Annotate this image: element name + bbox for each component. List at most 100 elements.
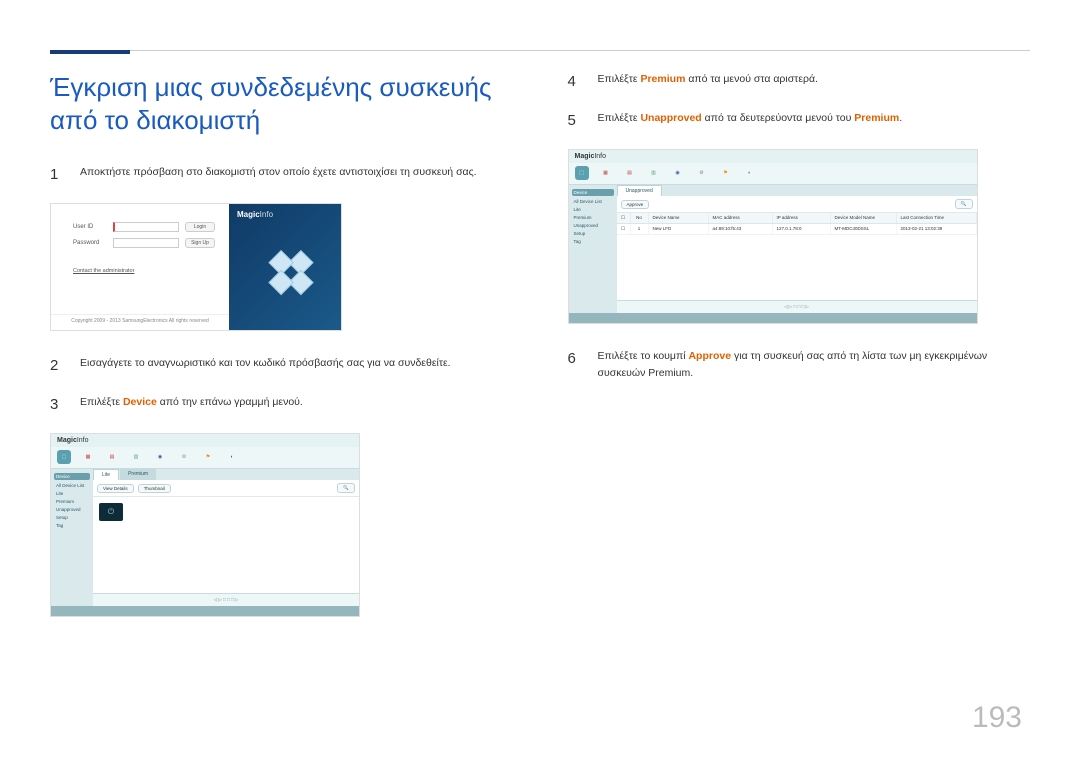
- cell-time: 2013-02-21 13:02:39: [897, 224, 977, 234]
- t: από τα δευτερεύοντα μενού του: [702, 112, 855, 124]
- col-mac: MAC address: [709, 213, 773, 223]
- t: .: [899, 112, 902, 124]
- sidebar-head[interactable]: Device: [572, 189, 614, 196]
- app-toolbar: ⬚ ▦ ▤ ▥ ◉ ⚙ ⚑ ◐: [51, 447, 359, 469]
- step-text: Επιλέξτε το κουμπί Approve για τη συσκευ…: [598, 348, 1031, 382]
- thumbnail-pill[interactable]: Thumbnail: [138, 484, 171, 493]
- search-icon[interactable]: 🔍: [955, 199, 973, 209]
- tab-premium[interactable]: Premium: [120, 469, 156, 480]
- cell-device-name: New LFD: [649, 224, 709, 234]
- cell-no: 1: [631, 224, 649, 234]
- step-text: Αποκτήστε πρόσβαση στο διακομιστή στον ο…: [80, 164, 477, 181]
- toolbar-icon[interactable]: ▤: [623, 166, 637, 180]
- step-text: Επιλέξτε Premium από τα μενού στα αριστε…: [598, 71, 818, 88]
- row-checkbox[interactable]: ☐: [617, 224, 631, 234]
- brand-b: Info: [594, 153, 606, 160]
- col-model: Device Model Name: [831, 213, 897, 223]
- login-password-label: Password: [73, 240, 107, 246]
- sidebar-item[interactable]: Premium: [54, 499, 90, 504]
- sidebar-item[interactable]: Premium: [572, 215, 614, 220]
- app-brand: MagicInfo: [569, 150, 977, 163]
- login-panel: User ID Login Password Sign Up Contact t…: [51, 204, 229, 330]
- toolbar-icon[interactable]: ◐: [225, 450, 239, 464]
- app-pager[interactable]: ◁ ▷ □ □ □ ▷: [617, 300, 977, 313]
- toolbar-icon[interactable]: ◐: [743, 166, 757, 180]
- list-row[interactable]: ☐ 1 New LFD a4:89:10:f5:43 127.0.1.78:0 …: [617, 224, 977, 235]
- t: από την επάνω γραμμή μενού.: [157, 396, 303, 408]
- tab-unapproved[interactable]: Unapproved: [617, 185, 662, 196]
- step-number: 5: [568, 110, 582, 131]
- cell-ip: 127.0.1.78:0: [773, 224, 831, 234]
- toolbar-icon[interactable]: ⚑: [719, 166, 733, 180]
- step-text: Επιλέξτε Unapproved από τα δευτερεύοντα …: [598, 110, 903, 127]
- app-filter-row: Approve 🔍: [617, 196, 977, 213]
- sidebar-head[interactable]: Device: [54, 473, 90, 480]
- signup-button[interactable]: Sign Up: [185, 238, 215, 248]
- toolbar-icon[interactable]: ⚙: [695, 166, 709, 180]
- keyword-unapproved: Unapproved: [640, 112, 701, 124]
- view-details-pill[interactable]: View Details: [97, 484, 134, 493]
- toolbar-icon[interactable]: ⚑: [201, 450, 215, 464]
- login-button[interactable]: Login: [185, 222, 215, 232]
- step-1: 1 Αποκτήστε πρόσβαση στο διακομιστή στον…: [50, 164, 513, 185]
- approve-button[interactable]: Approve: [621, 200, 650, 209]
- step-6: 6 Επιλέξτε το κουμπί Approve για τη συσκ…: [568, 348, 1031, 382]
- sidebar-item[interactable]: Setup: [54, 515, 90, 520]
- sidebar-item[interactable]: Lite: [572, 207, 614, 212]
- app-pager[interactable]: ◁ ▷ □ □ □ ▷: [93, 593, 359, 606]
- toolbar-icon[interactable]: ▥: [647, 166, 661, 180]
- top-accent: [50, 50, 130, 54]
- toolbar-icon[interactable]: ◉: [671, 166, 685, 180]
- sidebar-item[interactable]: Setup: [572, 231, 614, 236]
- cell-mac: a4:89:10:f5:43: [709, 224, 773, 234]
- step-text: Εισαγάγετε το αναγνωριστικό και τον κωδι…: [80, 355, 451, 372]
- contact-admin-link[interactable]: Contact the administrator: [73, 268, 134, 274]
- sidebar-item[interactable]: Lite: [54, 491, 90, 496]
- toolbar-icon[interactable]: ⬚: [575, 166, 589, 180]
- t: Επιλέξτε το κουμπί: [598, 350, 689, 362]
- right-column: 4 Επιλέξτε Premium από τα μενού στα αρισ…: [568, 71, 1031, 641]
- toolbar-icon[interactable]: ◉: [153, 450, 167, 464]
- col-ip: IP address: [773, 213, 831, 223]
- search-icon[interactable]: 🔍: [337, 483, 355, 493]
- step-3: 3 Επιλέξτε Device από την επάνω γραμμή μ…: [50, 394, 513, 415]
- app-main: Lite Premium View Details Thumbnail 🔍 ⏻: [93, 469, 359, 606]
- col-checkbox[interactable]: ☐: [617, 213, 631, 223]
- sidebar-item[interactable]: Tag: [572, 239, 614, 244]
- tab-lite[interactable]: Lite: [93, 469, 119, 480]
- step-4: 4 Επιλέξτε Premium από τα μενού στα αρισ…: [568, 71, 1031, 92]
- step-number: 1: [50, 164, 64, 185]
- brand-b: Info: [260, 210, 273, 219]
- step-5: 5 Επιλέξτε Unapproved από τα δευτερεύοντ…: [568, 110, 1031, 131]
- sidebar-item[interactable]: All Device List: [54, 483, 90, 488]
- app-statusbar: [569, 313, 977, 323]
- toolbar-icon[interactable]: ⚙: [177, 450, 191, 464]
- sidebar-item[interactable]: Unapproved: [54, 507, 90, 512]
- brand-a: Magic: [57, 437, 77, 444]
- t: Επιλέξτε: [80, 396, 123, 408]
- device-thumbnail[interactable]: ⏻: [99, 503, 123, 521]
- sidebar-item[interactable]: Unapproved: [572, 223, 614, 228]
- t: από τα μενού στα αριστερά.: [685, 73, 818, 85]
- login-password-input[interactable]: [113, 238, 179, 248]
- keyword-device: Device: [123, 396, 157, 408]
- brand-a: Magic: [237, 210, 260, 219]
- toolbar-icon[interactable]: ⬚: [57, 450, 71, 464]
- keyword-approve: Approve: [688, 350, 731, 362]
- toolbar-icon[interactable]: ▤: [105, 450, 119, 464]
- t: Επιλέξτε: [598, 73, 641, 85]
- col-device-name: Device Name: [649, 213, 709, 223]
- app-sidebar: Device All Device List Lite Premium Unap…: [51, 469, 93, 606]
- sidebar-item[interactable]: All Device List: [572, 199, 614, 204]
- toolbar-icon[interactable]: ▥: [129, 450, 143, 464]
- cell-model: MT-MDC40DSSL: [831, 224, 897, 234]
- list-header-row: ☐ No Device Name MAC address IP address …: [617, 213, 977, 224]
- app-filter-row: View Details Thumbnail 🔍: [93, 480, 359, 497]
- toolbar-icon[interactable]: ▦: [81, 450, 95, 464]
- login-userid-input[interactable]: [113, 222, 179, 232]
- keyword-premium: Premium: [640, 73, 685, 85]
- col-time: Last Connection Time: [897, 213, 977, 223]
- toolbar-icon[interactable]: ▦: [599, 166, 613, 180]
- sidebar-item[interactable]: Tag: [54, 523, 90, 528]
- app-tabs: Unapproved: [617, 185, 977, 196]
